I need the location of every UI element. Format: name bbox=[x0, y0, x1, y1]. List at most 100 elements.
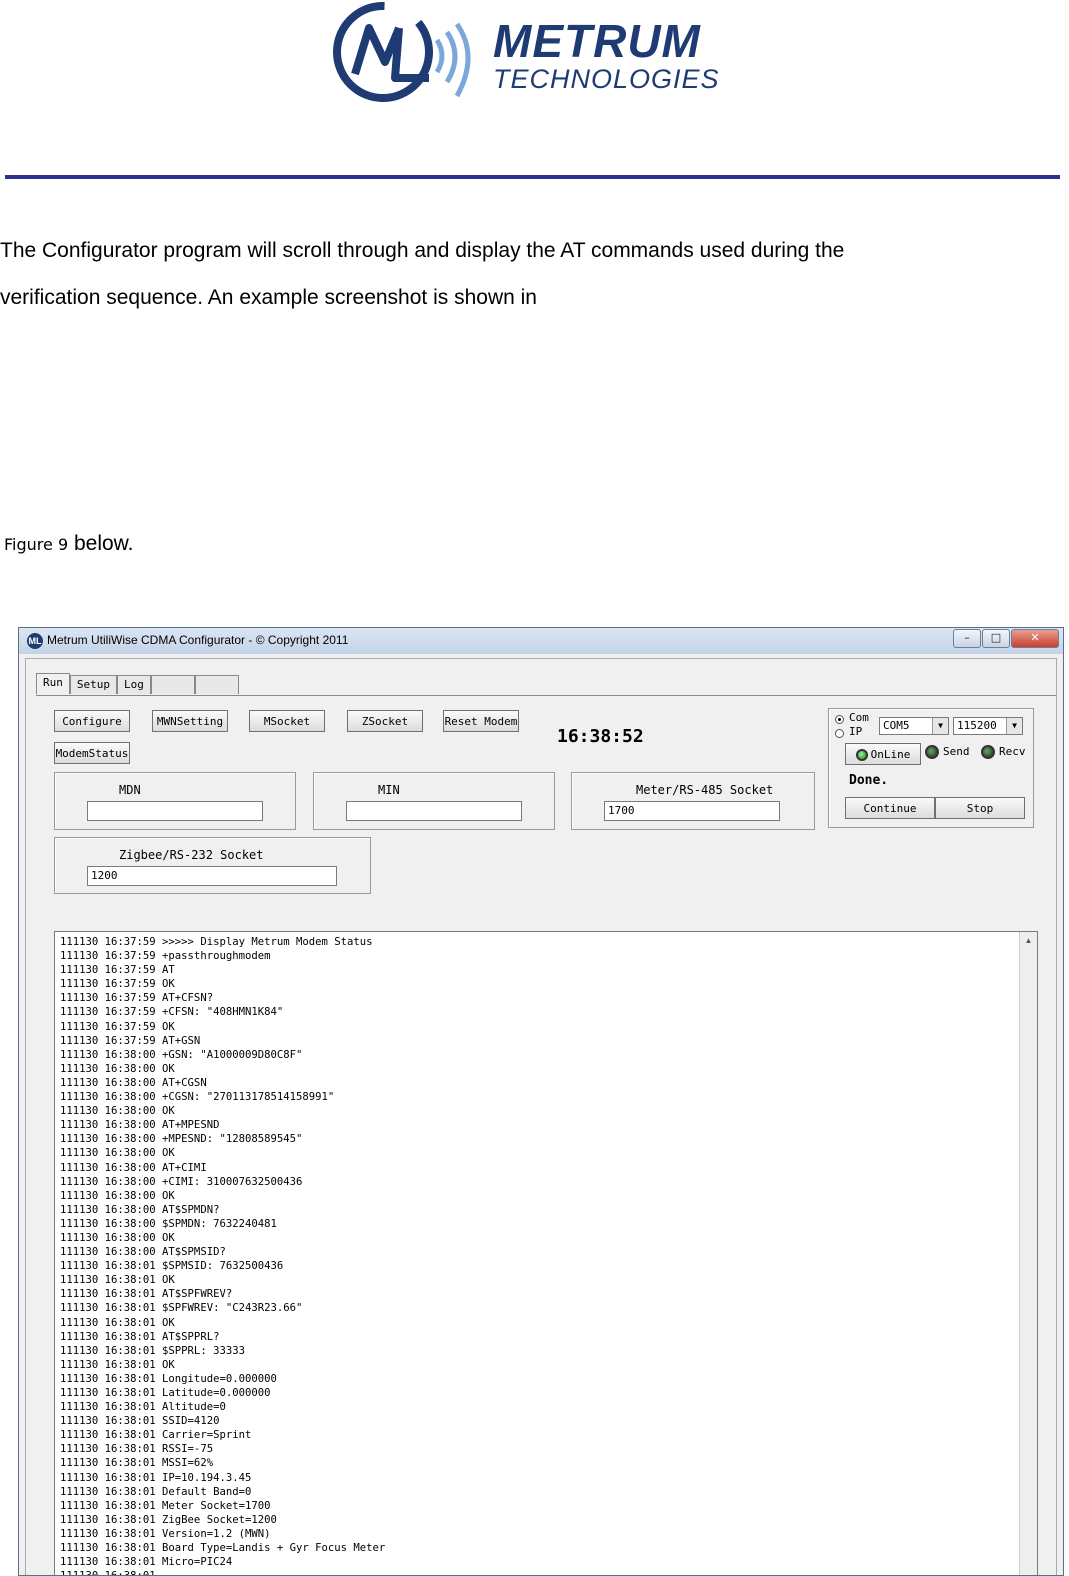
log-line: 111130 16:38:00 +MPESND: "12808589545" bbox=[60, 1133, 303, 1146]
log-line: 111130 16:38:00 AT+CGSN bbox=[60, 1076, 207, 1089]
log-line: 111130 16:38:01 OK bbox=[60, 1316, 175, 1329]
tab-blank-1[interactable] bbox=[150, 675, 195, 694]
brand-subtitle: TECHNOLOGIES bbox=[493, 64, 720, 94]
log-line: 111130 16:37:59 OK bbox=[60, 1020, 175, 1033]
reset-modem-button[interactable]: Reset Modem bbox=[443, 710, 519, 732]
log-line: 111130 16:38:01 SSID=4120 bbox=[60, 1415, 220, 1428]
log-line: 111130 16:38:00 AT$SPMDN? bbox=[60, 1203, 220, 1216]
msocket-button[interactable]: MSocket bbox=[249, 710, 325, 732]
paragraph-line-1: The Configurator program will scroll thr… bbox=[0, 239, 845, 262]
figure-label: Figure 9 bbox=[4, 535, 69, 554]
log-scrollbar[interactable]: ▲ bbox=[1019, 932, 1037, 1575]
zsocket-button[interactable]: ZSocket bbox=[347, 710, 423, 732]
brand-name: METRUM bbox=[493, 15, 701, 67]
log-line: 111130 16:37:59 AT bbox=[60, 964, 175, 977]
clock-display: 16:38:52 bbox=[557, 726, 644, 747]
log-line: 111130 16:37:59 >>>>> Display Metrum Mod… bbox=[60, 936, 373, 948]
recv-label: Recv bbox=[999, 745, 1026, 758]
log-line: 111130 16:38:01 MSSI=62% bbox=[60, 1457, 214, 1470]
baud-value: 115200 bbox=[957, 719, 997, 732]
min-input[interactable] bbox=[346, 801, 522, 821]
figure-caption-tail: below. bbox=[68, 532, 134, 555]
mdn-label: MDN bbox=[119, 783, 141, 797]
log-line: 111130 16:38:01 $SPFWREV: "C243R23.66" bbox=[60, 1302, 303, 1315]
log-line: 111130 16:38:00 AT+MPESND bbox=[60, 1119, 220, 1132]
log-line: 111130 16:38:01 Altitude=0 bbox=[60, 1401, 226, 1414]
log-line: 111130 16:38:01 ZigBee Socket=1200 bbox=[60, 1513, 277, 1526]
ip-radio[interactable] bbox=[835, 729, 844, 738]
window-controls: – □ ✕ bbox=[952, 629, 1059, 648]
chevron-down-icon: ▼ bbox=[932, 718, 948, 734]
com-radio[interactable] bbox=[835, 715, 844, 724]
log-line: 111130 16:38:01 Version=1.2 (MWN) bbox=[60, 1527, 271, 1540]
figure-caption: Figure 9 below. bbox=[4, 532, 134, 556]
log-line: 111130 16:38:00 OK bbox=[60, 1189, 175, 1202]
ip-label: IP bbox=[849, 725, 863, 738]
chevron-down-icon: ▼ bbox=[1006, 718, 1022, 734]
zigbee-socket-input[interactable]: 1200 bbox=[87, 866, 337, 886]
log-line: 111130 16:37:59 AT+GSN bbox=[60, 1034, 201, 1047]
minimize-icon[interactable]: – bbox=[953, 629, 981, 648]
log-line: 111130 16:38:01 Longitude=0.000000 bbox=[60, 1372, 277, 1385]
online-button[interactable]: OnLine bbox=[845, 743, 921, 765]
tab-blank-2[interactable] bbox=[194, 675, 239, 694]
online-led-icon bbox=[855, 749, 868, 761]
connection-group: Com IP COM5 ▼ 115200 ▼ OnLine Send Recv Do… bbox=[828, 708, 1034, 828]
log-line: 111130 16:38:01 Micro=PIC24 bbox=[60, 1556, 233, 1569]
meter-socket-input[interactable]: 1700 bbox=[604, 801, 780, 821]
log-line: 111130 16:38:00 OK bbox=[60, 1147, 175, 1160]
log-line: 111130 16:38:01 Meter Socket=1700 bbox=[60, 1499, 271, 1512]
log-line: 111130 16:38:01 RSSI=-75 bbox=[60, 1443, 214, 1456]
recv-led-icon bbox=[981, 745, 995, 759]
mdn-input[interactable] bbox=[87, 801, 263, 821]
tab-setup[interactable]: Setup bbox=[69, 675, 117, 694]
status-text: Done. bbox=[849, 773, 889, 788]
log-line: 111130 16:38:01 $SPPRL: 33333 bbox=[60, 1344, 245, 1357]
configurator-window: ML Metrum UtiliWise CDMA Configurator - … bbox=[18, 627, 1064, 1576]
online-label: OnLine bbox=[870, 748, 911, 761]
stop-button[interactable]: Stop bbox=[935, 797, 1025, 819]
close-icon[interactable]: ✕ bbox=[1011, 629, 1059, 648]
log-line: 111130 16:38:01 IP=10.194.3.45 bbox=[60, 1471, 252, 1484]
log-line: 111130 16:37:59 OK bbox=[60, 978, 175, 991]
header-rule bbox=[5, 175, 1060, 179]
log-line: 111130 16:38:01 Board Type=Landis + Gyr … bbox=[60, 1542, 386, 1555]
window-title: Metrum UtiliWise CDMA Configurator - © C… bbox=[47, 633, 349, 647]
log-line: 111130 16:38:00 +GSN: "A1000009D80C8F" bbox=[60, 1048, 303, 1061]
zigbee-socket-group: Zigbee/RS-232 Socket 1200 bbox=[54, 837, 371, 894]
log-line: 111130 16:38:01 $SPMSID: 7632500436 bbox=[60, 1260, 284, 1273]
baud-select[interactable]: 115200 ▼ bbox=[953, 717, 1023, 735]
mdn-group: MDN bbox=[54, 772, 296, 830]
tab-run[interactable]: Run bbox=[36, 673, 70, 694]
send-led-icon bbox=[925, 745, 939, 759]
tab-strip: Run Setup Log bbox=[36, 673, 239, 695]
com-label: Com bbox=[849, 711, 869, 724]
maximize-icon[interactable]: □ bbox=[982, 629, 1010, 648]
scroll-up-icon[interactable]: ▲ bbox=[1020, 932, 1037, 949]
min-group: MIN bbox=[313, 772, 555, 830]
metrum-logo: METRUM TECHNOLOGIES bbox=[333, 0, 733, 108]
log-line: 111130 16:38:00 +CIMI: 310007632500436 bbox=[60, 1175, 303, 1188]
log-line: 111130 16:37:59 AT+CFSN? bbox=[60, 992, 214, 1005]
continue-button[interactable]: Continue bbox=[845, 797, 935, 819]
mwn-setting-button[interactable]: MWNSetting bbox=[152, 710, 228, 732]
log-line: 111130 16:38:01 OK bbox=[60, 1358, 175, 1371]
log-line: 111130 16:38:00 OK bbox=[60, 1062, 175, 1075]
log-lines: 111130 16:37:59 >>>>> Display Metrum Mod… bbox=[60, 935, 386, 1575]
log-line: 111130 16:38:00 AT+CIMI bbox=[60, 1161, 207, 1174]
configure-button[interactable]: Configure bbox=[54, 710, 130, 732]
meter-socket-group: Meter/RS-485 Socket 1700 bbox=[571, 772, 815, 830]
port-value: COM5 bbox=[883, 719, 910, 732]
window-titlebar[interactable]: ML Metrum UtiliWise CDMA Configurator - … bbox=[19, 628, 1063, 654]
log-line: 111130 16:38:00 +CGSN: "2701131785141589… bbox=[60, 1091, 335, 1104]
port-select[interactable]: COM5 ▼ bbox=[879, 717, 949, 735]
send-label: Send bbox=[943, 745, 970, 758]
window-client: Run Setup Log Configure MWNSetting MSock… bbox=[25, 658, 1057, 1575]
log-line: 111130 16:38:01 AT$SPFWREV? bbox=[60, 1288, 233, 1301]
log-output[interactable]: 111130 16:37:59 >>>>> Display Metrum Mod… bbox=[54, 931, 1038, 1575]
modem-status-button[interactable]: ModemStatus bbox=[54, 742, 130, 764]
tab-log[interactable]: Log bbox=[117, 675, 151, 694]
paragraph-line-2: verification sequence. An example screen… bbox=[0, 286, 537, 309]
log-line: 111130 16:38:00 OK bbox=[60, 1231, 175, 1244]
zigbee-socket-label: Zigbee/RS-232 Socket bbox=[119, 848, 264, 862]
